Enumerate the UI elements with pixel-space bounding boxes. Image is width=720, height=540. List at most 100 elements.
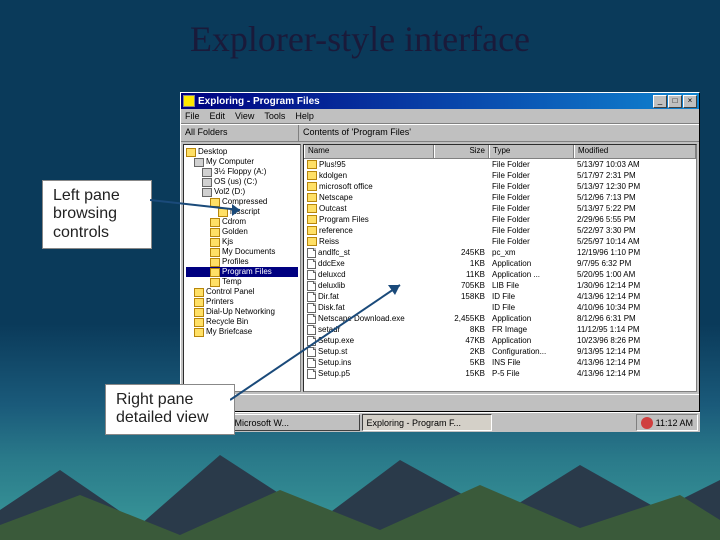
- file-size: [434, 214, 489, 225]
- list-item[interactable]: Setup.exe47KBApplication10/23/96 8:26 PM: [304, 335, 696, 346]
- folder-icon: [210, 258, 220, 267]
- list-item[interactable]: ReissFile Folder5/25/97 10:14 AM: [304, 236, 696, 247]
- tree-item[interactable]: msscript: [186, 207, 298, 217]
- tree-item[interactable]: My Computer: [186, 157, 298, 167]
- folder-icon: [210, 198, 220, 207]
- taskbar-item[interactable]: Exploring - Program F...: [362, 414, 492, 431]
- system-tray[interactable]: 11:12 AM: [636, 414, 698, 431]
- list-item[interactable]: andlfc_st245KBpc_xm12/19/96 1:10 PM: [304, 247, 696, 258]
- tree-item[interactable]: Profiles: [186, 257, 298, 267]
- close-button[interactable]: ×: [683, 95, 697, 108]
- tree-item-label: Kjs: [222, 237, 233, 247]
- tree-item[interactable]: Compressed: [186, 197, 298, 207]
- file-type: Application ...: [489, 269, 574, 280]
- tree-item-label: Program Files: [222, 267, 272, 277]
- file-type: LIB File: [489, 280, 574, 291]
- list-item[interactable]: setadr8KBFR Image11/12/95 1:14 PM: [304, 324, 696, 335]
- tree-item[interactable]: Printers: [186, 297, 298, 307]
- menu-edit[interactable]: Edit: [210, 111, 226, 121]
- minimize-button[interactable]: _: [653, 95, 667, 108]
- col-type[interactable]: Type: [489, 145, 574, 158]
- file-modified: 12/19/96 1:10 PM: [574, 247, 696, 258]
- file-modified: 4/13/96 12:14 PM: [574, 368, 696, 379]
- file-icon: [307, 248, 316, 258]
- file-size: 5KB: [434, 357, 489, 368]
- tree-item-label: Desktop: [198, 147, 227, 157]
- tree-item-label: My Computer: [206, 157, 254, 167]
- menubar: File Edit View Tools Help: [181, 109, 699, 124]
- file-name: reference: [319, 226, 353, 235]
- taskbar-item[interactable]: Microsoft W...: [230, 414, 360, 431]
- list-item[interactable]: NetscapeFile Folder5/12/96 7:13 PM: [304, 192, 696, 203]
- window-titlebar[interactable]: Exploring - Program Files _ □ ×: [181, 93, 699, 109]
- list-item[interactable]: referenceFile Folder5/22/97 3:30 PM: [304, 225, 696, 236]
- list-item[interactable]: OutcastFile Folder5/13/97 5:22 PM: [304, 203, 696, 214]
- file-name: Netscape: [319, 193, 353, 202]
- tree-item[interactable]: Control Panel: [186, 287, 298, 297]
- list-item[interactable]: Setup.ins5KBINS File4/13/96 12:14 PM: [304, 357, 696, 368]
- file-type: Application: [489, 335, 574, 346]
- tree-item[interactable]: OS (us) (C:): [186, 177, 298, 187]
- tree-item[interactable]: My Documents: [186, 247, 298, 257]
- file-size: [434, 159, 489, 170]
- list-item[interactable]: Dir.fat158KBID File4/13/96 12:14 PM: [304, 291, 696, 302]
- tree-item[interactable]: Golden: [186, 227, 298, 237]
- tree-item[interactable]: Cdrom: [186, 217, 298, 227]
- list-item[interactable]: Netscape Download.exe2,455KBApplication8…: [304, 313, 696, 324]
- tree-item[interactable]: Dial-Up Networking: [186, 307, 298, 317]
- file-modified: 8/12/96 6:31 PM: [574, 313, 696, 324]
- folder-icon: [210, 228, 220, 237]
- file-icon: [307, 303, 316, 313]
- menu-tools[interactable]: Tools: [264, 111, 285, 121]
- file-modified: 4/10/96 10:34 PM: [574, 302, 696, 313]
- tree-item-label: Dial-Up Networking: [206, 307, 275, 317]
- tree-item[interactable]: Kjs: [186, 237, 298, 247]
- col-name[interactable]: Name: [304, 145, 434, 158]
- tree-item-label: Recycle Bin: [206, 317, 248, 327]
- list-item[interactable]: Plus!95File Folder5/13/97 10:03 AM: [304, 159, 696, 170]
- folder-icon: [210, 268, 220, 277]
- tree-item[interactable]: Desktop: [186, 147, 298, 157]
- col-modified[interactable]: Modified: [574, 145, 696, 158]
- folder-icon: [210, 278, 220, 287]
- list-item[interactable]: Disk.fatID File4/10/96 10:34 PM: [304, 302, 696, 313]
- col-size[interactable]: Size: [434, 145, 489, 158]
- list-item[interactable]: ddcExe1KBApplication9/7/95 6:32 PM: [304, 258, 696, 269]
- list-item[interactable]: deluxlib705KBLIB File1/30/96 12:14 PM: [304, 280, 696, 291]
- dialup-icon: [194, 308, 204, 317]
- menu-view[interactable]: View: [235, 111, 254, 121]
- list-item[interactable]: Setup.st2KBConfiguration...9/13/95 12:14…: [304, 346, 696, 357]
- file-modified: 4/13/96 12:14 PM: [574, 357, 696, 368]
- folder-icon: [307, 226, 317, 235]
- tree-item[interactable]: My Briefcase: [186, 327, 298, 337]
- list-item[interactable]: Setup.p515KBP-5 File4/13/96 12:14 PM: [304, 368, 696, 379]
- tree-item[interactable]: 3½ Floppy (A:): [186, 167, 298, 177]
- bin-icon: [194, 318, 204, 327]
- tree-item[interactable]: Temp: [186, 277, 298, 287]
- menu-help[interactable]: Help: [295, 111, 314, 121]
- file-list[interactable]: Name Size Type Modified Plus!95File Fold…: [303, 144, 697, 392]
- list-item[interactable]: kdolgenFile Folder5/17/97 2:31 PM: [304, 170, 696, 181]
- list-header[interactable]: Name Size Type Modified: [304, 145, 696, 159]
- tree-item[interactable]: Recycle Bin: [186, 317, 298, 327]
- maximize-button[interactable]: □: [668, 95, 682, 108]
- explorer-icon: [183, 95, 195, 107]
- file-type: ID File: [489, 291, 574, 302]
- tree-item[interactable]: Vol2 (D:): [186, 187, 298, 197]
- list-item[interactable]: Program FilesFile Folder2/29/96 5:55 PM: [304, 214, 696, 225]
- list-item[interactable]: microsoft officeFile Folder5/13/97 12:30…: [304, 181, 696, 192]
- slide-title: Explorer-style interface: [0, 0, 720, 68]
- left-pane-header: All Folders: [181, 125, 299, 141]
- menu-file[interactable]: File: [185, 111, 200, 121]
- tree-item-label: My Documents: [222, 247, 275, 257]
- tree-item[interactable]: Program Files: [186, 267, 298, 277]
- tray-icon[interactable]: [641, 417, 653, 429]
- file-name: Reiss: [319, 237, 339, 246]
- file-size: 47KB: [434, 335, 489, 346]
- file-name: Plus!95: [319, 160, 346, 169]
- file-name: kdolgen: [319, 171, 347, 180]
- folder-icon: [307, 182, 317, 191]
- folder-tree[interactable]: DesktopMy Computer3½ Floppy (A:)OS (us) …: [183, 144, 301, 392]
- file-name: Outcast: [319, 204, 347, 213]
- list-item[interactable]: deluxcd11KBApplication ...5/20/95 1:00 A…: [304, 269, 696, 280]
